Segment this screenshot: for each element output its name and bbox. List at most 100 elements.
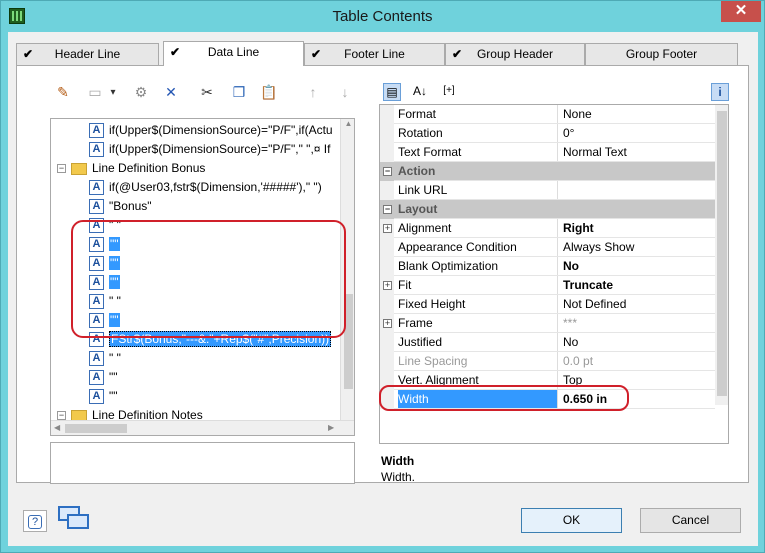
tree-item[interactable]: A " " (89, 349, 121, 368)
tree-item[interactable]: Aif(Upper$(DimensionSource)="P/F"," ",¤ … (89, 140, 330, 159)
expand-icon[interactable]: + (383, 319, 392, 328)
tree-item[interactable]: A "" (89, 387, 118, 406)
property-value[interactable] (559, 181, 715, 199)
property-row[interactable]: Link URL (380, 181, 715, 200)
description-text: Width. (381, 470, 416, 484)
tree-item-label: if(Upper$(DimensionSource)="P/F"," ",¤ I… (109, 142, 331, 156)
tree-item-label: Line Definition Bonus (92, 161, 206, 175)
tab-header-line[interactable]: ✔ Header Line (16, 43, 159, 65)
collapse-icon[interactable]: − (383, 167, 392, 176)
property-row[interactable]: Rotation 0° (380, 124, 715, 143)
property-value[interactable]: Not Defined (559, 295, 715, 313)
tree-folder[interactable]: − Line Definition Bonus (57, 159, 205, 178)
expression-preview-box[interactable] (50, 442, 355, 484)
expand-all-icon[interactable]: [+] (437, 83, 461, 101)
tab-group-footer[interactable]: Group Footer (585, 43, 738, 65)
property-row[interactable]: + Fit Truncate (380, 276, 715, 295)
wizard-icon[interactable]: ✎ (54, 84, 72, 102)
property-name: Blank Optimization (398, 257, 558, 275)
property-row[interactable]: + Frame *** (380, 314, 715, 333)
info-icon[interactable]: i (711, 83, 729, 101)
property-value[interactable]: Truncate (559, 276, 715, 294)
tree-item-label: "" (109, 389, 118, 403)
property-value[interactable]: Normal Text (559, 143, 715, 161)
property-row[interactable]: Justified No (380, 333, 715, 352)
property-row[interactable]: Appearance Condition Always Show (380, 238, 715, 257)
help-button[interactable]: ? (23, 510, 47, 532)
text-field-icon: A (89, 142, 104, 158)
cut-icon[interactable]: ✂ (198, 84, 216, 102)
new-field-icon[interactable]: ▭ (86, 84, 104, 102)
property-value[interactable]: Right (559, 219, 715, 237)
copy-icon[interactable]: ❐ (230, 84, 248, 102)
dialog-client-area: ✔ Header Line ✔ Data Line ✔ Footer Line ✔ Group… (8, 32, 758, 546)
property-value[interactable]: None (559, 105, 715, 123)
tab-footer-line[interactable]: ✔ Footer Line (304, 43, 445, 65)
property-name: Alignment (398, 219, 558, 237)
title-bar[interactable]: Table Contents ✕ (1, 1, 764, 31)
annotation-ring-width-property (379, 385, 629, 411)
move-down-icon[interactable]: ↓ (336, 84, 354, 102)
dropdown-arrow-icon[interactable]: ▾ (108, 85, 118, 103)
text-field-icon: A (89, 123, 104, 139)
collapse-icon[interactable]: − (57, 411, 66, 421)
property-name: Line Spacing (398, 352, 558, 370)
tree-item-label: "" (109, 370, 118, 384)
category-label: Action (398, 164, 436, 178)
description-title: Width (381, 454, 415, 468)
ok-button[interactable]: OK (521, 508, 622, 533)
cancel-button[interactable]: Cancel (640, 508, 741, 533)
property-value[interactable]: No (559, 333, 715, 351)
property-row[interactable]: Blank Optimization No (380, 257, 715, 276)
tree-item[interactable]: Aif(@User03,fstr$(Dimension,'#####')," "… (89, 178, 322, 197)
collapse-icon[interactable]: − (57, 164, 66, 174)
tree-item-label: " " (109, 351, 121, 365)
property-row[interactable]: Format None (380, 105, 715, 124)
close-button[interactable]: ✕ (721, 1, 761, 22)
property-category[interactable]: − Action (380, 162, 715, 181)
tab-group-header[interactable]: ✔ Group Header (445, 43, 585, 65)
property-name: Fixed Height (398, 295, 558, 313)
dialog-window: Table Contents ✕ ✔ Header Line ✔ Data Line ✔… (0, 0, 765, 553)
layout-toggle-icon[interactable] (58, 506, 92, 532)
property-value[interactable]: Always Show (559, 238, 715, 256)
property-value[interactable]: 0° (559, 124, 715, 142)
tab-label: Group Footer (625, 47, 698, 61)
tree-item[interactable]: Aif(Upper$(DimensionSource)="P/F",if(Act… (89, 121, 333, 140)
collapse-icon[interactable]: − (383, 205, 392, 214)
tree-item[interactable]: A "" (89, 368, 118, 387)
property-name: Frame (398, 314, 558, 332)
expand-icon[interactable]: + (383, 281, 392, 290)
tab-label: Footer Line (344, 47, 405, 61)
tree-item-label: if(Upper$(DimensionSource)="P/F",if(Actu (109, 123, 333, 137)
tree-item[interactable]: A "Bonus" (89, 197, 152, 216)
text-field-icon: A (89, 199, 104, 215)
tab-label: Data Line (207, 45, 260, 59)
property-description: Width Width. (379, 452, 729, 490)
property-name: Fit (398, 276, 558, 294)
property-row[interactable]: Line Spacing 0.0 pt (380, 352, 715, 371)
property-value[interactable]: 0.0 pt (559, 352, 715, 370)
property-value[interactable]: *** (559, 314, 715, 332)
annotation-ring-tree-selection (71, 220, 346, 338)
property-row[interactable]: Fixed Height Not Defined (380, 295, 715, 314)
expand-icon[interactable]: + (383, 224, 392, 233)
property-name: Rotation (398, 124, 558, 142)
property-value[interactable]: No (559, 257, 715, 275)
properties-icon[interactable]: ⚙ (132, 84, 150, 102)
delete-icon[interactable]: ✕ (162, 84, 180, 102)
tree-horizontal-scrollbar[interactable]: ◀ ▶ (51, 420, 354, 435)
paste-icon[interactable]: 📋 (260, 84, 278, 102)
window-title: Table Contents (332, 8, 433, 25)
property-category[interactable]: − Layout (380, 200, 715, 219)
property-name: Link URL (398, 181, 558, 199)
property-row[interactable]: + Alignment Right (380, 219, 715, 238)
tab-data-line[interactable]: ✔ Data Line (163, 41, 304, 66)
property-grid-scrollbar[interactable] (715, 105, 728, 405)
property-row[interactable]: Text Format Normal Text (380, 143, 715, 162)
property-name: Justified (398, 333, 558, 351)
move-up-icon[interactable]: ↑ (304, 84, 322, 102)
sort-az-icon[interactable]: A↓ (411, 83, 429, 101)
text-field-icon: A (89, 389, 104, 405)
categorized-icon[interactable]: ▤ (383, 83, 401, 101)
